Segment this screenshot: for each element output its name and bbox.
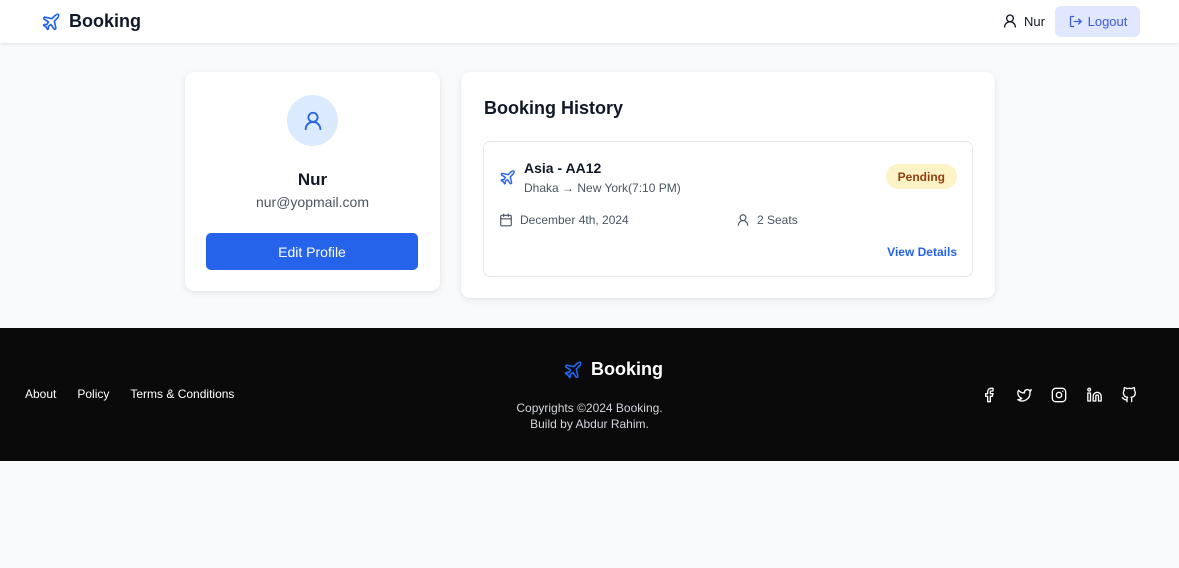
flight-name: Asia - AA12 bbox=[524, 160, 602, 176]
footer-brand-name: Booking bbox=[591, 359, 663, 379]
user-icon bbox=[737, 214, 749, 226]
github-icon[interactable] bbox=[1120, 386, 1138, 404]
flight-route: Dhaka → New York(7:10 PM) bbox=[524, 181, 681, 195]
logout-button[interactable]: Logout bbox=[1055, 6, 1140, 37]
booking-seats-text: 2 Seats bbox=[757, 213, 798, 227]
logout-label: Logout bbox=[1087, 14, 1128, 29]
footer-copyright: Copyrights ©2024 Booking. Build by Abdur… bbox=[0, 400, 1179, 432]
brand-logo[interactable]: Booking bbox=[41, 11, 141, 32]
footer: About Policy Terms & Conditions Booking … bbox=[0, 328, 1179, 461]
user-name: Nur bbox=[1024, 13, 1045, 29]
top-navbar: Booking Nur Logout bbox=[0, 0, 1179, 43]
calendar-icon bbox=[500, 213, 512, 227]
profile-email: nur@yopmail.com bbox=[255, 194, 370, 210]
plane-icon bbox=[564, 361, 582, 378]
brand-name: Booking bbox=[69, 11, 141, 31]
booking-item: Asia - AA12 Dhaka → New York(7:10 PM) Pe… bbox=[483, 141, 973, 277]
booking-date: December 4th, 2024 bbox=[499, 213, 629, 227]
plane-icon bbox=[42, 13, 60, 30]
booking-history-title: Booking History bbox=[484, 98, 624, 118]
footer-links: About Policy Terms & Conditions bbox=[25, 387, 234, 401]
user-menu[interactable]: Nur bbox=[1002, 13, 1045, 29]
avatar bbox=[287, 95, 338, 146]
credit-text: Build by Abdur Rahim. bbox=[530, 417, 649, 431]
view-details-link[interactable]: View Details bbox=[887, 245, 957, 259]
booking-date-text: December 4th, 2024 bbox=[520, 213, 629, 227]
user-icon bbox=[304, 111, 321, 130]
footer-brand[interactable]: Booking bbox=[563, 359, 663, 380]
logout-icon bbox=[1069, 15, 1082, 28]
footer-link-about[interactable]: About bbox=[25, 387, 56, 401]
footer-link-policy[interactable]: Policy bbox=[77, 387, 109, 401]
instagram-icon[interactable] bbox=[1050, 386, 1068, 404]
edit-profile-button[interactable]: Edit Profile bbox=[206, 233, 418, 270]
plane-icon bbox=[500, 170, 515, 185]
user-icon bbox=[1004, 14, 1017, 28]
status-badge: Pending bbox=[885, 164, 957, 189]
twitter-icon[interactable] bbox=[1015, 386, 1033, 404]
profile-card: Nur nur@yopmail.com Edit Profile bbox=[185, 72, 440, 291]
profile-name: Nur bbox=[297, 170, 328, 189]
booking-seats: 2 Seats bbox=[736, 213, 798, 227]
footer-link-terms[interactable]: Terms & Conditions bbox=[130, 387, 234, 401]
facebook-icon[interactable] bbox=[980, 386, 998, 404]
linkedin-icon[interactable] bbox=[1085, 386, 1103, 404]
booking-history-card: Booking History Asia - AA12 Dhaka → New … bbox=[461, 72, 995, 298]
social-links bbox=[980, 386, 1138, 404]
